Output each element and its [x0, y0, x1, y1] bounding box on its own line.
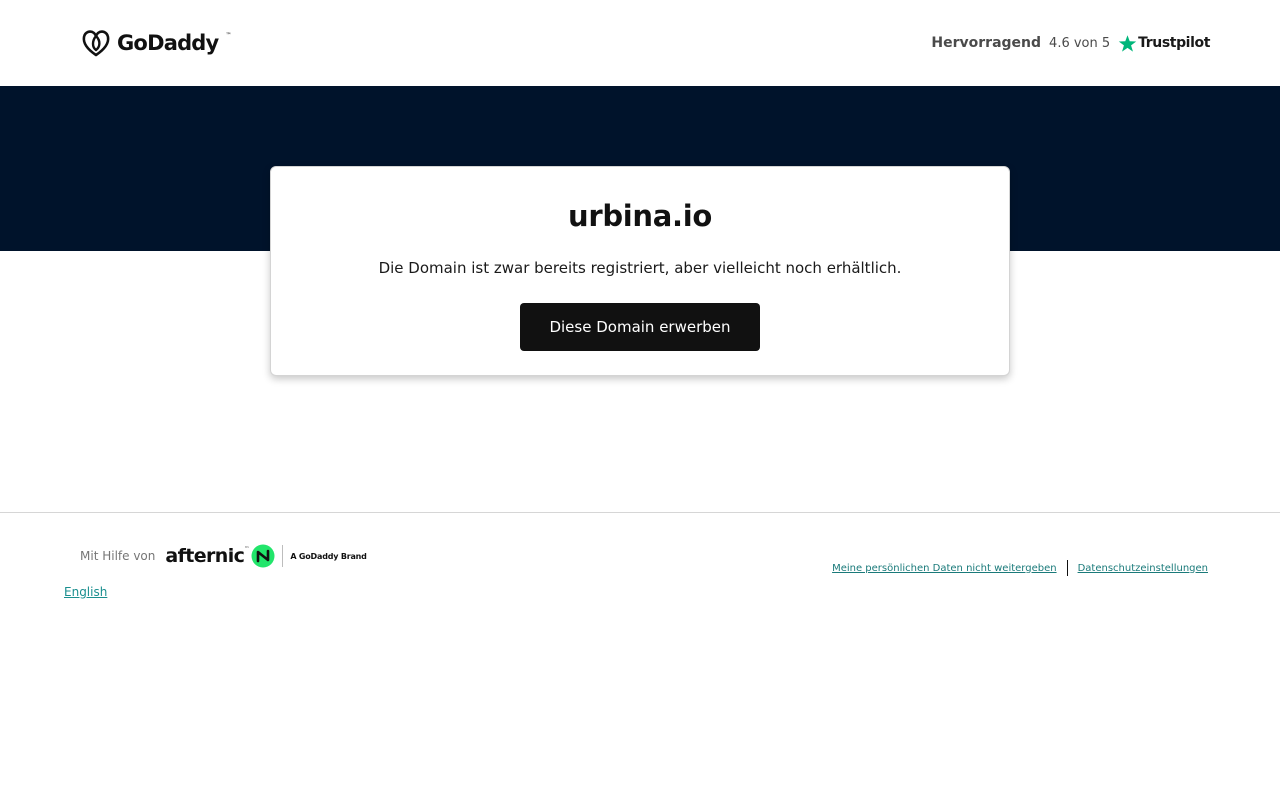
logo-wordmark: GoDaddy	[117, 31, 219, 55]
footer-divider	[0, 512, 1280, 513]
rating-score: 4.6 von 5	[1049, 35, 1111, 51]
afternic-logo-icon	[251, 544, 275, 568]
rating-label: Hervorragend	[931, 35, 1042, 51]
powered-by-afternic: Mit Hilfe von afternic ™ A GoDaddy Brand	[80, 543, 367, 569]
godaddy-heart-icon	[82, 30, 110, 57]
godaddy-brand-tagline: A GoDaddy Brand	[290, 551, 367, 561]
do-not-share-data-link[interactable]: Meine persönlichen Daten nicht weitergeb…	[832, 563, 1057, 574]
privacy-settings-link[interactable]: Datenschutzeinstellungen	[1078, 563, 1208, 574]
logo-trademark: ™	[225, 31, 232, 39]
trustpilot-star-icon	[1118, 34, 1137, 52]
powered-by-label: Mit Hilfe von	[80, 549, 156, 563]
godaddy-logo[interactable]: GoDaddy ™	[81, 28, 231, 58]
domain-status-message: Die Domain ist zwar bereits registriert,…	[378, 259, 902, 277]
domain-card: urbina.io Die Domain ist zwar bereits re…	[270, 166, 1010, 376]
trustpilot-wordmark: Trustpilot	[1138, 35, 1210, 51]
trustpilot-rating[interactable]: Hervorragend 4.6 von 5 Trustpilot	[931, 30, 1210, 56]
language-switch-link[interactable]: English	[64, 585, 107, 599]
afternic-trademark: ™	[244, 546, 250, 552]
site-header: GoDaddy ™ Hervorragend 4.6 von 5 Trustpil…	[0, 0, 1280, 86]
afternic-wordmark: afternic	[165, 545, 245, 567]
legal-separator	[1066, 560, 1068, 576]
legal-links: Meine persönlichen Daten nicht weitergeb…	[832, 559, 1208, 577]
buy-domain-button[interactable]: Diese Domain erwerben	[520, 303, 760, 351]
brand-separator	[282, 545, 284, 567]
domain-name-heading: urbina.io	[567, 199, 713, 233]
